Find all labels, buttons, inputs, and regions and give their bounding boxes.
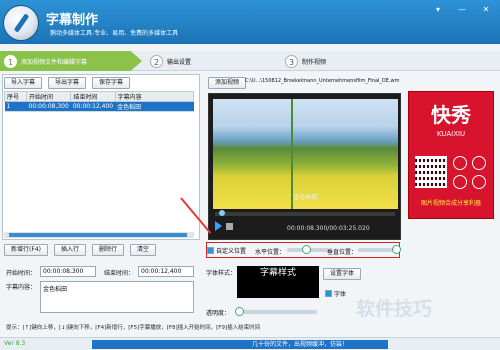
insert-row-button[interactable]: 插入行 — [53, 244, 86, 256]
stop-icon[interactable] — [226, 223, 233, 230]
delete-row-button[interactable]: 删除行 — [91, 244, 124, 256]
hint-text: 提示：[↑]键向上移，[↓]键向下移，[F4]新增行，[F5]字幕播放，[F8]… — [6, 325, 261, 331]
play-icon[interactable] — [213, 221, 223, 231]
step-bar: 1 添加视频文件和编辑字幕 2 输出设置 3 制作视频 — [0, 51, 500, 71]
set-font-button[interactable]: 设置字体 — [323, 268, 362, 280]
brand-name: 快秀 — [431, 103, 471, 127]
menu-icon[interactable]: ▾ — [430, 4, 446, 15]
step-3-number: 3 — [285, 54, 298, 68]
col-index: 序号 — [4, 91, 27, 102]
cell-content: 金色稻田 — [115, 101, 194, 112]
cell-index: 1 — [4, 101, 27, 112]
video-subtitle-caption: 金色稻田 — [293, 194, 318, 201]
font-style-toggle[interactable]: 字体 — [325, 289, 346, 298]
qq-icon — [453, 174, 467, 189]
subtitle-toolbar: 导入字幕 导出字幕 保存字幕 — [4, 77, 131, 89]
minimize-icon[interactable]: — — [454, 4, 470, 15]
title-bar: 字幕制作 鹅动多媒体工具-专业、易用、免费的多媒体工具 ▾ — ✕ — [0, 0, 500, 44]
font-style-label: 字体样式： — [206, 270, 237, 277]
transparency-slider[interactable] — [235, 307, 317, 316]
kuaixiu-ad[interactable]: 快秀 KUAIXIU 图片视频合成分享利器 — [408, 91, 494, 219]
export-subtitle-button[interactable]: 导出字幕 — [48, 77, 87, 89]
col-content: 字幕内容 — [114, 91, 195, 102]
start-time-label: 开始时间： — [6, 270, 37, 277]
watermark: 软件技巧 — [356, 298, 433, 320]
social-icons — [453, 156, 487, 190]
video-player: 金色稻田 00:00:08.300/00:03:25.020 — [208, 93, 401, 240]
timecode: 00:00:08.300/00:03:25.020 — [287, 225, 370, 232]
step-2[interactable]: 2 输出设置 — [150, 51, 191, 71]
step-3[interactable]: 3 制作视频 — [285, 51, 326, 71]
end-time-input[interactable]: 00:00:12,400 — [138, 266, 194, 277]
scroll-thumb[interactable] — [9, 233, 187, 237]
brand-slogan: 图片视频合成分享利器 — [420, 200, 481, 207]
start-time-input[interactable]: 00:00:08,300 — [40, 266, 96, 277]
font-style-text: 字体 — [334, 291, 347, 298]
app-title: 字幕制作 — [46, 13, 99, 28]
save-subtitle-button[interactable]: 保存字幕 — [92, 77, 131, 89]
seek-bar[interactable] — [215, 210, 395, 216]
vertical-position-slider[interactable] — [358, 245, 401, 254]
cell-start: 00:00:08,300 — [26, 101, 71, 112]
content-textarea[interactable]: 金色稻田 — [40, 281, 194, 313]
video-file-path: C:\U...\150812_Broekelmann_Unternehmensf… — [245, 78, 399, 84]
qr-code-overlay — [415, 156, 447, 188]
weibo-icon — [471, 156, 486, 170]
cell-end: 00:00:12,400 — [70, 101, 116, 112]
font-style-checkbox[interactable] — [325, 290, 332, 297]
step-3-label: 制作视频 — [302, 58, 327, 66]
custom-position-checkbox[interactable] — [207, 247, 214, 254]
font-preview: 字幕样式 — [237, 266, 319, 298]
seek-knob[interactable] — [219, 210, 225, 216]
col-start: 开始时间 — [25, 91, 72, 102]
video-frame[interactable]: 金色稻田 — [213, 99, 398, 209]
app-logo — [4, 6, 38, 40]
vertical-position-label: 垂直位置： — [327, 249, 358, 256]
new-row-button[interactable]: 新增行(F4) — [4, 244, 48, 256]
step-1[interactable]: 1 添加视频文件和编辑字幕 — [0, 51, 142, 71]
horizontal-position-label: 水平位置： — [255, 249, 286, 256]
status-progress: 几十份的文件，出视频缓冲，仿装！ — [92, 340, 388, 349]
horizontal-position-slider[interactable] — [287, 245, 329, 254]
table-row[interactable]: 1 00:00:08,300 00:00:12,400 金色稻田 — [4, 101, 194, 112]
step-1-label: 添加视频文件和编辑字幕 — [21, 58, 88, 66]
step-2-number: 2 — [150, 54, 163, 68]
step-2-label: 输出设置 — [167, 58, 192, 66]
wechat-icon — [453, 156, 467, 170]
camera-icon — [471, 174, 486, 189]
brand-en: KUAIXIU — [436, 130, 466, 138]
col-end: 结束时间 — [70, 91, 116, 102]
status-bar: Ver 8.3 几十份的文件，出视频缓冲，仿装！ — [0, 337, 500, 350]
transparency-knob[interactable] — [235, 307, 244, 316]
horizontal-slider-knob[interactable] — [301, 245, 311, 254]
version-label: Ver 8.3 — [4, 340, 26, 347]
content-label: 字幕内容： — [6, 284, 37, 291]
custom-position-toggle[interactable]: 自定义位置 — [207, 246, 246, 255]
transparency-label: 透明度： — [206, 310, 231, 317]
custom-position-label: 自定义位置 — [216, 248, 247, 255]
end-time-label: 结束时间： — [104, 270, 135, 277]
step-1-number: 1 — [4, 54, 17, 68]
app-subtitle: 鹅动多媒体工具-专业、易用、免费的多媒体工具 — [50, 30, 179, 37]
clear-button[interactable]: 清空 — [129, 244, 156, 256]
row-actions: 新增行(F4) 插入行 删除行 清空 — [4, 244, 156, 256]
close-icon[interactable]: ✕ — [478, 4, 494, 15]
subtitle-table: 序号 开始时间 结束时间 字幕内容 1 00:00:08,300 00:00:1… — [4, 91, 195, 112]
import-subtitle-button[interactable]: 导入字幕 — [4, 77, 43, 89]
vertical-slider-knob[interactable] — [392, 245, 401, 254]
window-controls: ▾ — ✕ — [430, 4, 494, 15]
horizontal-scrollbar[interactable] — [4, 232, 194, 238]
add-video-button[interactable]: 添加视频 — [208, 77, 247, 89]
